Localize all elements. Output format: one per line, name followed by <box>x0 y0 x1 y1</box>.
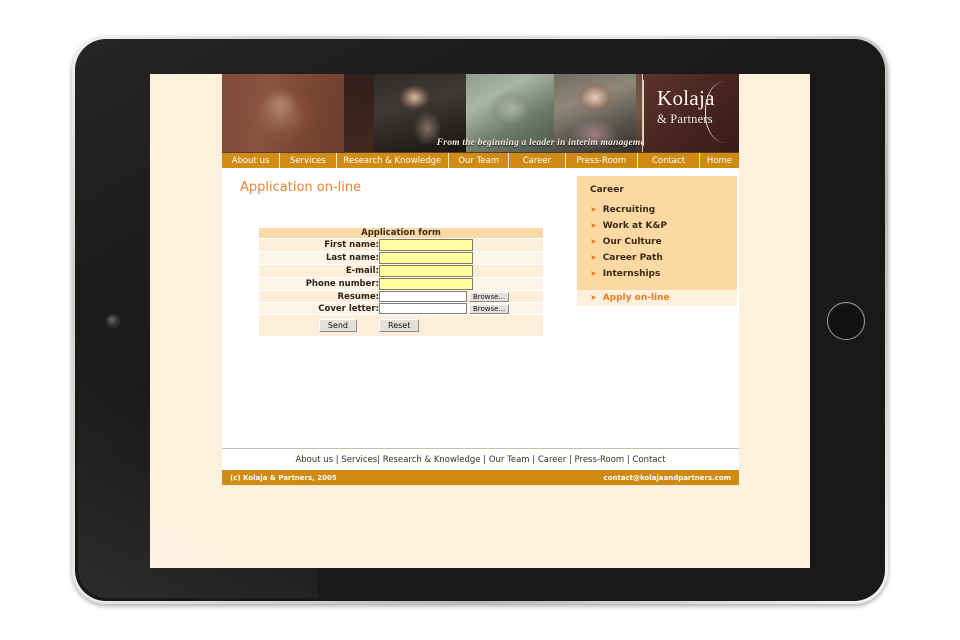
arrow-bullet-icon: ➤ <box>590 221 597 230</box>
input-phone-number[interactable] <box>379 278 473 290</box>
application-form: Application form First name: Last name: <box>259 228 543 336</box>
sidebar-item-our-culture[interactable]: ➤ Our Culture <box>577 234 737 250</box>
nav-item-services[interactable]: Services <box>280 153 337 168</box>
reset-button[interactable]: Reset <box>379 319 420 332</box>
footer-link-our-team[interactable]: Our Team <box>489 455 530 465</box>
browse-resume-button[interactable]: Browse... <box>469 291 510 302</box>
arrow-bullet-icon: ➤ <box>590 269 597 278</box>
form-heading: Application form <box>259 228 543 239</box>
label-cover-letter: Cover letter: <box>259 302 379 315</box>
sidebar-item-label: Apply on-line <box>602 293 670 303</box>
screenshot-stage: From the beginning a leader in interim m… <box>0 0 960 640</box>
form-row-last-name: Last name: <box>259 251 543 265</box>
footer-link-career[interactable]: Career <box>538 455 566 465</box>
form-row-resume: Resume: Browse... <box>259 290 543 303</box>
footer-link-contact[interactable]: Contact <box>632 455 665 465</box>
form-row-email: E-mail: <box>259 264 543 278</box>
label-first-name: First name: <box>259 238 379 252</box>
browse-cover-letter-button[interactable]: Browse... <box>469 303 510 314</box>
arrow-bullet-icon: ➤ <box>590 237 597 246</box>
sidebar-item-label: Recruiting <box>602 205 656 215</box>
input-cover-letter-path[interactable] <box>379 303 467 314</box>
nav-item-research-knowledge[interactable]: Research & Knowledge <box>337 153 450 168</box>
main-navigation: About us Services Research & Knowledge O… <box>222 152 739 168</box>
label-email: E-mail: <box>259 264 379 278</box>
nav-item-our-team[interactable]: Our Team <box>449 153 510 168</box>
arrow-bullet-icon: ➤ <box>590 253 597 262</box>
sidebar-item-career-path[interactable]: ➤ Career Path <box>577 250 737 266</box>
input-first-name[interactable] <box>379 239 473 251</box>
sidebar-item-recruiting[interactable]: ➤ Recruiting <box>577 202 737 218</box>
sidebar-item-apply-on-line[interactable]: ➤ Apply on-line <box>577 290 737 306</box>
banner-overlay <box>222 74 344 152</box>
form-row-buttons: Send Reset <box>259 314 543 336</box>
footer-link-press-room[interactable]: Press-Room <box>575 455 625 465</box>
page-title: Application on-line <box>240 180 362 195</box>
banner-photo-gap <box>344 74 374 152</box>
input-email[interactable] <box>379 265 473 277</box>
nav-item-about-us[interactable]: About us <box>222 153 281 168</box>
arrow-bullet-icon: ➤ <box>590 205 597 214</box>
website-container: From the beginning a leader in interim m… <box>222 74 739 485</box>
send-button[interactable]: Send <box>318 319 357 332</box>
sidebar-box: Career ➤ Recruiting ➤ Work at K&P ➤ Our … <box>577 176 737 290</box>
footer-bar: (c) Kolaja & Partners, 2005 contact@kola… <box>222 470 739 485</box>
form-row-first-name: First name: <box>259 238 543 252</box>
sidebar-title: Career <box>590 185 624 195</box>
form-row-phone: Phone number: <box>259 277 543 291</box>
input-resume-path[interactable] <box>379 291 467 302</box>
sidebar-item-label: Our Culture <box>602 237 662 247</box>
input-last-name[interactable] <box>379 252 473 264</box>
sidebar-item-work-at-kp[interactable]: ➤ Work at K&P <box>577 218 737 234</box>
footer-link-services[interactable]: Services| <box>341 455 380 465</box>
page-content: Application on-line Application form Fir… <box>222 168 739 448</box>
arrow-bullet-icon: ➤ <box>590 293 597 302</box>
form-row-cover-letter: Cover letter: Browse... <box>259 302 543 315</box>
site-logo[interactable]: Kolaja & Partners <box>642 74 739 152</box>
label-last-name: Last name: <box>259 251 379 265</box>
home-button[interactable] <box>827 302 865 340</box>
nav-item-press-room[interactable]: Press-Room <box>566 153 639 168</box>
front-camera-icon <box>107 315 119 327</box>
sidebar-item-label: Career Path <box>602 253 663 263</box>
sidebar-item-label: Internships <box>602 269 661 279</box>
sidebar-item-label: Work at K&P <box>602 221 667 231</box>
browser-viewport: From the beginning a leader in interim m… <box>150 74 810 568</box>
career-sidebar: Career ➤ Recruiting ➤ Work at K&P ➤ Our … <box>577 176 737 306</box>
label-phone-number: Phone number: <box>259 277 379 291</box>
site-banner: From the beginning a leader in interim m… <box>222 74 739 152</box>
copyright-text: (c) Kolaja & Partners, 2005 <box>230 473 337 482</box>
label-resume: Resume: <box>259 290 379 303</box>
nav-item-career[interactable]: Career <box>509 153 566 168</box>
footer-link-about-us[interactable]: About us <box>295 455 333 465</box>
sidebar-item-internships[interactable]: ➤ Internships <box>577 266 737 282</box>
nav-item-contact[interactable]: Contact <box>638 153 700 168</box>
nav-item-home[interactable]: Home <box>700 153 739 168</box>
contact-email-link[interactable]: contact@kolajaandpartners.com <box>603 474 731 482</box>
footer-link-research-knowledge[interactable]: Research & Knowledge <box>383 455 481 465</box>
footer-links: About us | Services| Research & Knowledg… <box>222 448 739 470</box>
